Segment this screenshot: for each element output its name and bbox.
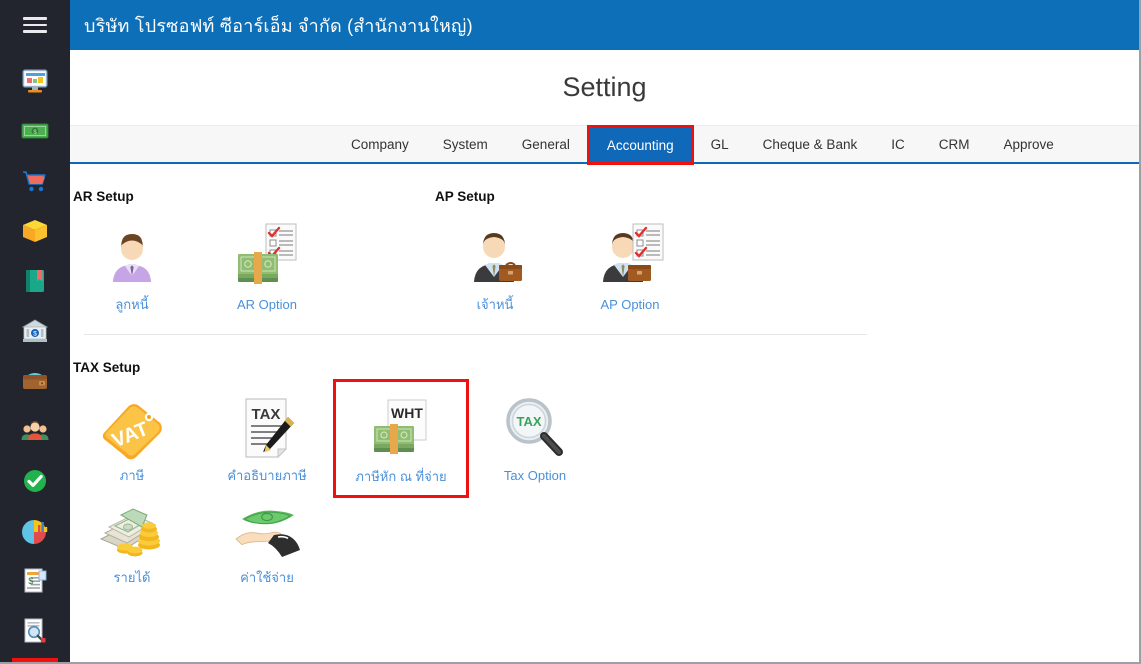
tile-label: Tax Option — [503, 468, 567, 483]
wht-money-icon: WHT — [368, 388, 434, 460]
hamburger-menu-icon[interactable] — [0, 0, 70, 50]
sidebar-item-documents[interactable]: $ — [12, 558, 58, 604]
tile-income[interactable]: รายได้ — [70, 489, 197, 586]
tab-crm[interactable]: CRM — [922, 126, 987, 162]
tile-label: ภาษีหัก ณ ที่จ่าย — [355, 469, 447, 484]
box-icon — [20, 216, 50, 246]
hamburger-bar — [23, 23, 47, 27]
tile-tax[interactable]: VAT ภาษี — [70, 387, 197, 484]
sidebar-nav: $ $ $ — [0, 56, 70, 662]
monitor-chart-icon — [20, 66, 50, 96]
tab-general[interactable]: General — [505, 126, 587, 162]
tab-company[interactable]: Company — [334, 126, 426, 162]
banknote-icon: $ — [20, 116, 50, 146]
sidebar-item-settings[interactable] — [12, 658, 58, 662]
page-title: Setting — [562, 72, 647, 102]
svg-text:$: $ — [28, 576, 33, 586]
tile-tax-option[interactable]: TAX Tax Option — [470, 387, 600, 484]
document-search-icon — [20, 616, 50, 646]
book-icon — [20, 266, 50, 296]
svg-text:TAX: TAX — [516, 414, 541, 429]
tab-gl[interactable]: GL — [694, 126, 746, 162]
tile-withholding-tax[interactable]: WHT ภาษีหัก ณ ที่จ่าย — [333, 379, 469, 498]
tab-accounting[interactable]: Accounting — [586, 125, 694, 165]
sidebar-item-people[interactable] — [12, 408, 58, 454]
hamburger-bar — [23, 30, 47, 33]
company-title: บริษัท โปรซอฟท์ ซีอาร์เอ็ม จำกัด (สำนักง… — [84, 15, 473, 36]
sidebar-item-approve[interactable] — [12, 458, 58, 504]
tile-tax-description[interactable]: TAX คำอธิบายภาษี — [202, 387, 332, 484]
tile-label: ค่าใช้จ่าย — [240, 570, 294, 585]
person-purple-icon — [101, 216, 163, 288]
shopping-cart-icon — [20, 166, 50, 196]
settings-body: AR Setup ลูกหนี้ AR Option AP Setup เจ้า… — [70, 164, 1139, 644]
businessman-checklist-icon — [595, 216, 665, 288]
section-divider — [84, 334, 867, 335]
tile-creditor[interactable]: เจ้าหนี้ — [430, 216, 560, 313]
pie-chart-icon — [20, 516, 50, 546]
tile-label: คำอธิบายภาษี — [227, 468, 307, 483]
sidebar-item-cash[interactable]: $ — [12, 108, 58, 154]
tile-debtor[interactable]: ลูกหนี้ — [70, 216, 197, 313]
svg-text:WHT: WHT — [391, 405, 423, 421]
ar-setup-heading: AR Setup — [73, 189, 134, 204]
top-header-bar: บริษัท โปรซอฟท์ ซีอาร์เอ็ม จำกัด (สำนักง… — [70, 0, 1139, 50]
svg-text:TAX: TAX — [252, 406, 281, 423]
people-icon — [20, 416, 50, 446]
bank-icon: $ — [20, 316, 50, 346]
sidebar-item-wallet[interactable] — [12, 358, 58, 404]
tab-system[interactable]: System — [426, 126, 505, 162]
money-checklist-icon — [234, 216, 300, 288]
tile-label: AP Option — [600, 297, 660, 312]
tab-ic[interactable]: IC — [874, 126, 922, 162]
green-check-icon — [20, 466, 50, 496]
sidebar-item-inventory[interactable] — [12, 208, 58, 254]
tile-ar-option[interactable]: AR Option — [202, 216, 332, 313]
wallet-icon — [20, 366, 50, 396]
tile-ap-option[interactable]: AP Option — [565, 216, 695, 313]
sidebar-item-purchase[interactable] — [12, 158, 58, 204]
businessman-briefcase-icon — [463, 216, 527, 288]
tax-document-pen-icon: TAX — [236, 387, 298, 459]
tile-expense[interactable]: ค่าใช้จ่าย — [202, 489, 332, 586]
tax-magnifier-icon: TAX — [503, 387, 567, 459]
tax-setup-heading: TAX Setup — [73, 360, 141, 375]
sidebar-item-reports[interactable] — [12, 508, 58, 554]
settings-tab-bar: Company System General Accounting GL Che… — [70, 125, 1139, 165]
tile-label: AR Option — [237, 297, 297, 312]
sidebar-item-ledger[interactable] — [12, 258, 58, 304]
ap-setup-heading: AP Setup — [435, 189, 495, 204]
application-window: $ $ $ บริษัท โปรซอฟท์ ซีอาร์เอ็ม จำกัด (… — [0, 0, 1141, 664]
tab-approve[interactable]: Approve — [986, 126, 1070, 162]
document-dollar-icon: $ — [20, 566, 50, 596]
tile-label: ลูกหนี้ — [115, 297, 149, 312]
sidebar-item-dashboard[interactable] — [12, 58, 58, 104]
tile-label: รายได้ — [113, 570, 151, 585]
hamburger-bar — [23, 17, 47, 20]
hand-money-icon — [234, 489, 300, 561]
svg-text:$: $ — [33, 331, 37, 338]
tile-label: ภาษี — [119, 468, 145, 483]
tab-cheque-bank[interactable]: Cheque & Bank — [746, 126, 875, 162]
vat-tag-icon: VAT — [98, 387, 166, 460]
sidebar-item-audit[interactable] — [12, 608, 58, 654]
sidebar-item-bank[interactable]: $ — [12, 308, 58, 354]
main-content: Setting Company System General Accountin… — [70, 50, 1139, 662]
tile-label: เจ้าหนี้ — [476, 297, 514, 312]
cash-coins-icon — [97, 489, 167, 561]
left-sidebar: $ $ $ — [0, 0, 70, 662]
